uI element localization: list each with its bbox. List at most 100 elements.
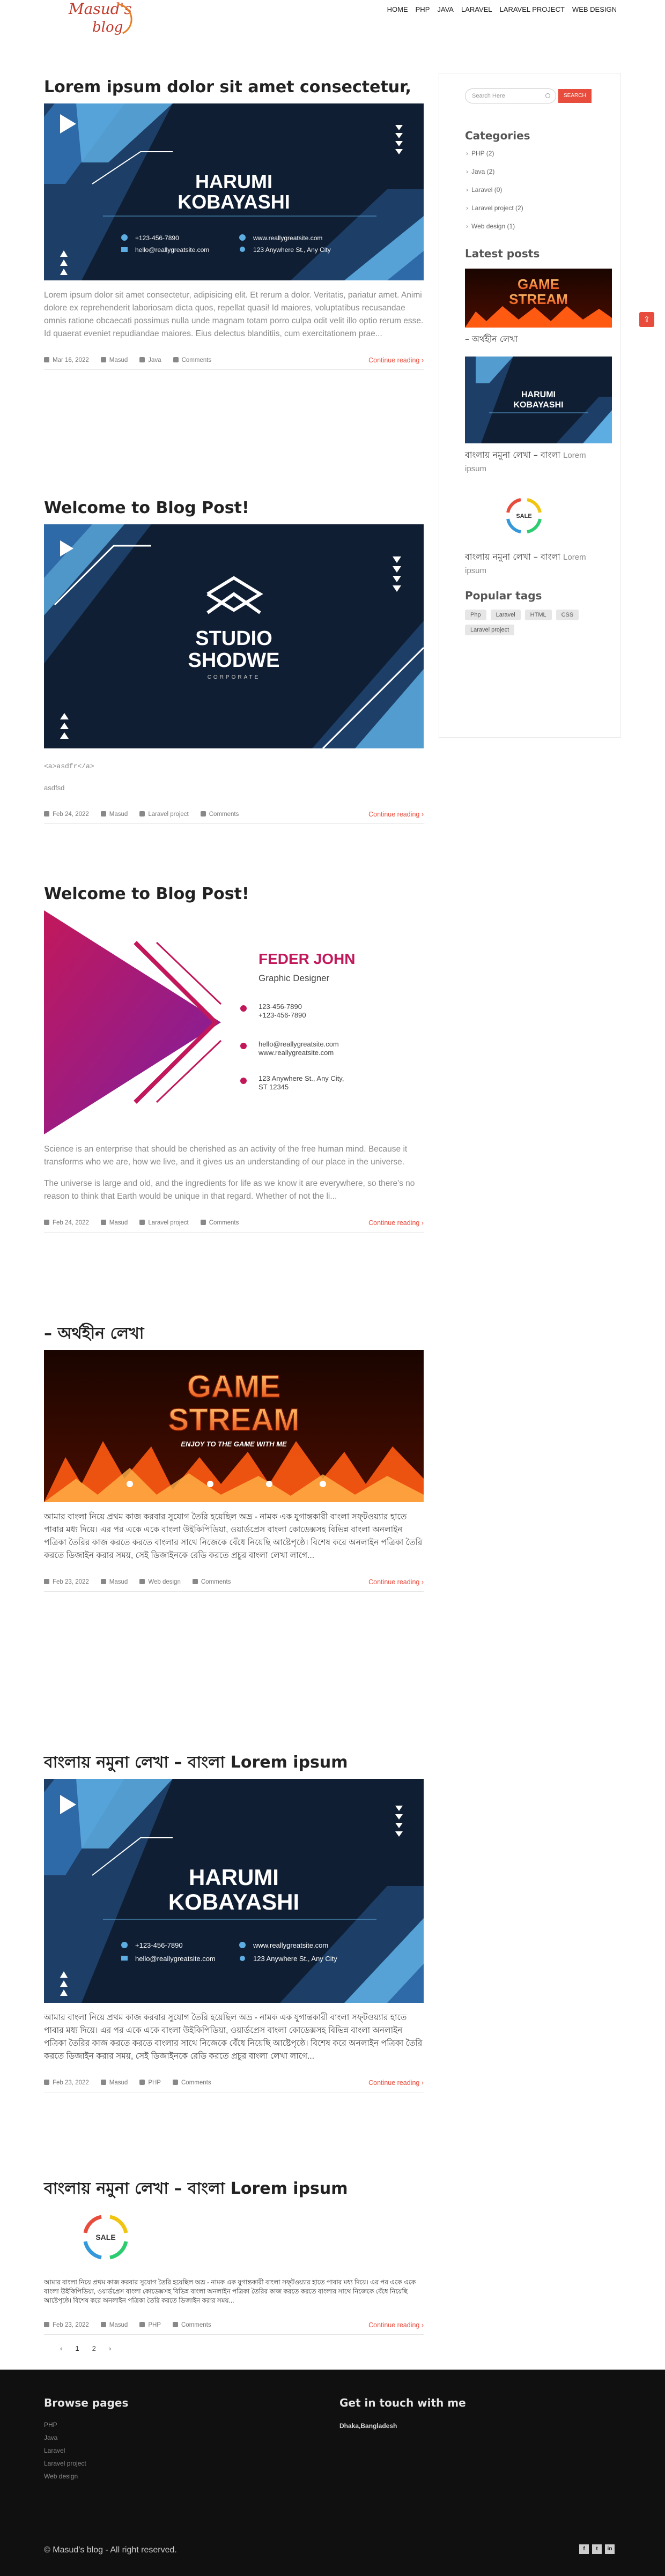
post-author[interactable]: Masud xyxy=(100,2080,128,2086)
latest-post-title[interactable]: বাংলায় নমুনা লেখা – বাংলা Lorem ipsum xyxy=(465,449,596,476)
continue-reading-link[interactable]: Continue reading › xyxy=(368,2321,424,2329)
post-category[interactable]: PHP xyxy=(139,2080,161,2086)
twitter-icon[interactable]: t xyxy=(592,2544,602,2554)
share-icon: ⇪ xyxy=(644,315,650,324)
post-comments[interactable]: Comments xyxy=(172,2322,211,2328)
latest-post-title[interactable]: – অর্থহীন লেখা xyxy=(465,333,596,346)
nav-web-design[interactable]: WEB DESIGN xyxy=(572,5,617,13)
post-list: Lorem ipsum dolor sit amet consectetur, … xyxy=(44,77,424,2403)
post-category[interactable]: Laravel project xyxy=(139,811,189,818)
facebook-icon[interactable]: f xyxy=(579,2544,589,2554)
footer-link[interactable]: PHP xyxy=(44,2421,128,2434)
post-excerpt: Science is an enterprise that should be … xyxy=(44,1145,408,1167)
nav-java[interactable]: JAVA xyxy=(437,5,454,13)
thumb-title-2: STREAM xyxy=(509,291,568,307)
tag-item[interactable]: CSS xyxy=(556,610,579,620)
post-title[interactable]: Lorem ipsum dolor sit amet consectetur, xyxy=(44,77,424,98)
post-date: Mar 16, 2022 xyxy=(44,357,89,363)
post-title[interactable]: বাংলায় নমুনা লেখা – বাংলা Lorem ipsum xyxy=(44,1752,424,1773)
site-logo[interactable]: Masud's blog xyxy=(69,0,137,48)
continue-reading-link[interactable]: Continue reading › xyxy=(368,2079,424,2087)
tag-cloud: Php Laravel HTML CSS Laravel project xyxy=(465,610,596,635)
footer-link[interactable]: Web design xyxy=(44,2473,128,2485)
category-item[interactable]: Laravel project (2) xyxy=(465,204,596,222)
post-category[interactable]: Java xyxy=(139,357,161,363)
tag-item[interactable]: Laravel project xyxy=(465,625,515,635)
post-author[interactable]: Masud xyxy=(100,1220,128,1226)
card-phone: +123-456-7890 xyxy=(135,1941,183,1949)
tag-item[interactable]: Php xyxy=(465,610,486,620)
category-item[interactable]: PHP (2) xyxy=(465,150,596,168)
nav-laravel[interactable]: LARAVEL xyxy=(461,5,492,13)
post-comments[interactable]: Comments xyxy=(172,2080,211,2086)
pagination: ‹ 1 2 › xyxy=(60,2344,111,2352)
post-title[interactable]: Welcome to Blog Post! xyxy=(44,498,424,519)
footer-link[interactable]: Laravel project xyxy=(44,2460,128,2473)
continue-reading-link[interactable]: Continue reading › xyxy=(368,811,424,818)
thumb-name-1: HARUMI xyxy=(521,390,556,399)
post-title[interactable]: – অর্থহীন লেখা xyxy=(44,1323,424,1345)
post-date: Feb 23, 2022 xyxy=(44,2080,89,2086)
search-input[interactable]: Search Here xyxy=(465,88,556,103)
post-comments[interactable]: Comments xyxy=(200,1220,239,1226)
card-phone-2: +123-456-7890 xyxy=(258,1011,306,1019)
post-author[interactable]: Masud xyxy=(100,2322,128,2328)
post-category[interactable]: Laravel project xyxy=(139,1220,189,1226)
tag-item[interactable]: Laravel xyxy=(490,610,521,620)
nav-home[interactable]: HOME xyxy=(387,5,408,13)
post-image-harumi-card[interactable]: HARUMI KOBAYASHI +123-456-7890 hello@rea… xyxy=(44,103,424,280)
comment-icon xyxy=(192,1579,198,1584)
post-image-harumi-card[interactable]: HARUMI KOBAYASHI +123-456-7890 hello@rea… xyxy=(44,1779,424,2003)
pagination-prev[interactable]: ‹ xyxy=(60,2344,62,2352)
post-image-studio-card[interactable]: STUDIO SHODWE CORPORATE xyxy=(44,524,424,748)
pagination-page[interactable]: 1 xyxy=(75,2344,79,2352)
continue-reading-link[interactable]: Continue reading › xyxy=(368,1219,424,1227)
post-author[interactable]: Masud xyxy=(100,811,128,818)
category-item[interactable]: Laravel (0) xyxy=(465,186,596,204)
thumb-title-1: GAME xyxy=(518,276,559,292)
post-excerpt: আমার বাংলা নিয়ে প্রথম কাজ করবার সুযোগ ত… xyxy=(44,1512,423,1560)
pagination-page[interactable]: 2 xyxy=(92,2344,96,2352)
card-mail-1: hello@reallygreatsite.com xyxy=(258,1040,339,1048)
post-excerpt: Lorem ipsum dolor sit amet consectetur, … xyxy=(44,291,424,338)
pagination-next[interactable]: › xyxy=(109,2344,111,2352)
category-list: PHP (2) Java (2) Laravel (0) Laravel pro… xyxy=(465,150,596,241)
post-author[interactable]: Masud xyxy=(100,1579,128,1585)
post-comments[interactable]: Comments xyxy=(192,1579,231,1585)
post-comments[interactable]: Comments xyxy=(200,811,239,818)
card-name-line1: HARUMI xyxy=(189,1865,279,1890)
tag-item[interactable]: HTML xyxy=(524,610,552,620)
post-meta: Feb 23, 2022 Masud PHP Comments Continue… xyxy=(44,2079,424,2092)
post-excerpt: আমার বাংলা নিয়ে প্রথম কাজ করবার সুযোগ ত… xyxy=(44,2278,416,2304)
latest-post-thumb-game[interactable]: GAME STREAM xyxy=(465,269,612,328)
footer-link[interactable]: Laravel xyxy=(44,2447,128,2460)
continue-reading-link[interactable]: Continue reading › xyxy=(368,1578,424,1586)
card-role: Graphic Designer xyxy=(258,973,330,983)
calendar-icon xyxy=(44,811,49,816)
post-meta: Feb 23, 2022 Masud PHP Comments Continue… xyxy=(44,2321,424,2335)
social-links: f t in xyxy=(579,2544,615,2554)
category-item[interactable]: Web design (1) xyxy=(465,222,596,241)
post-comments[interactable]: Comments xyxy=(173,357,211,363)
post-author[interactable]: Masud xyxy=(100,357,128,363)
linkedin-icon[interactable]: in xyxy=(605,2544,615,2554)
post-title[interactable]: Welcome to Blog Post! xyxy=(44,884,424,905)
latest-post-thumb-harumi[interactable]: HARUMI KOBAYASHI xyxy=(465,357,612,443)
continue-reading-link[interactable]: Continue reading › xyxy=(368,357,424,364)
footer-link[interactable]: Java xyxy=(44,2434,128,2447)
search-button[interactable]: SEARCH xyxy=(558,89,592,103)
latest-post-title[interactable]: বাংলায় নমুনা লেখা – বাংলা Lorem ipsum xyxy=(465,551,596,577)
post-image-sale-logo[interactable]: SALE xyxy=(44,2205,424,2269)
scroll-top-button[interactable]: ⇪ xyxy=(639,312,654,327)
post-date: Feb 24, 2022 xyxy=(44,811,89,818)
post-title[interactable]: বাংলায় নমুনা লেখা – বাংলা Lorem ipsum xyxy=(44,2178,424,2200)
nav-php[interactable]: PHP xyxy=(416,5,430,13)
nav-laravel-project[interactable]: LARAVEL PROJECT xyxy=(500,5,565,13)
category-item[interactable]: Java (2) xyxy=(465,168,596,186)
post-image-feder-card[interactable]: FEDER JOHN Graphic Designer 123-456-7890… xyxy=(44,910,424,1134)
post-category[interactable]: Web design xyxy=(139,1579,181,1585)
latest-posts-heading: Latest posts xyxy=(465,247,540,260)
post-image-game-stream[interactable]: GAME STREAM ENJOY TO THE GAME WITH ME xyxy=(44,1350,424,1502)
post-category[interactable]: PHP xyxy=(139,2322,161,2328)
latest-post-thumb-sale[interactable]: SALE xyxy=(465,486,612,545)
